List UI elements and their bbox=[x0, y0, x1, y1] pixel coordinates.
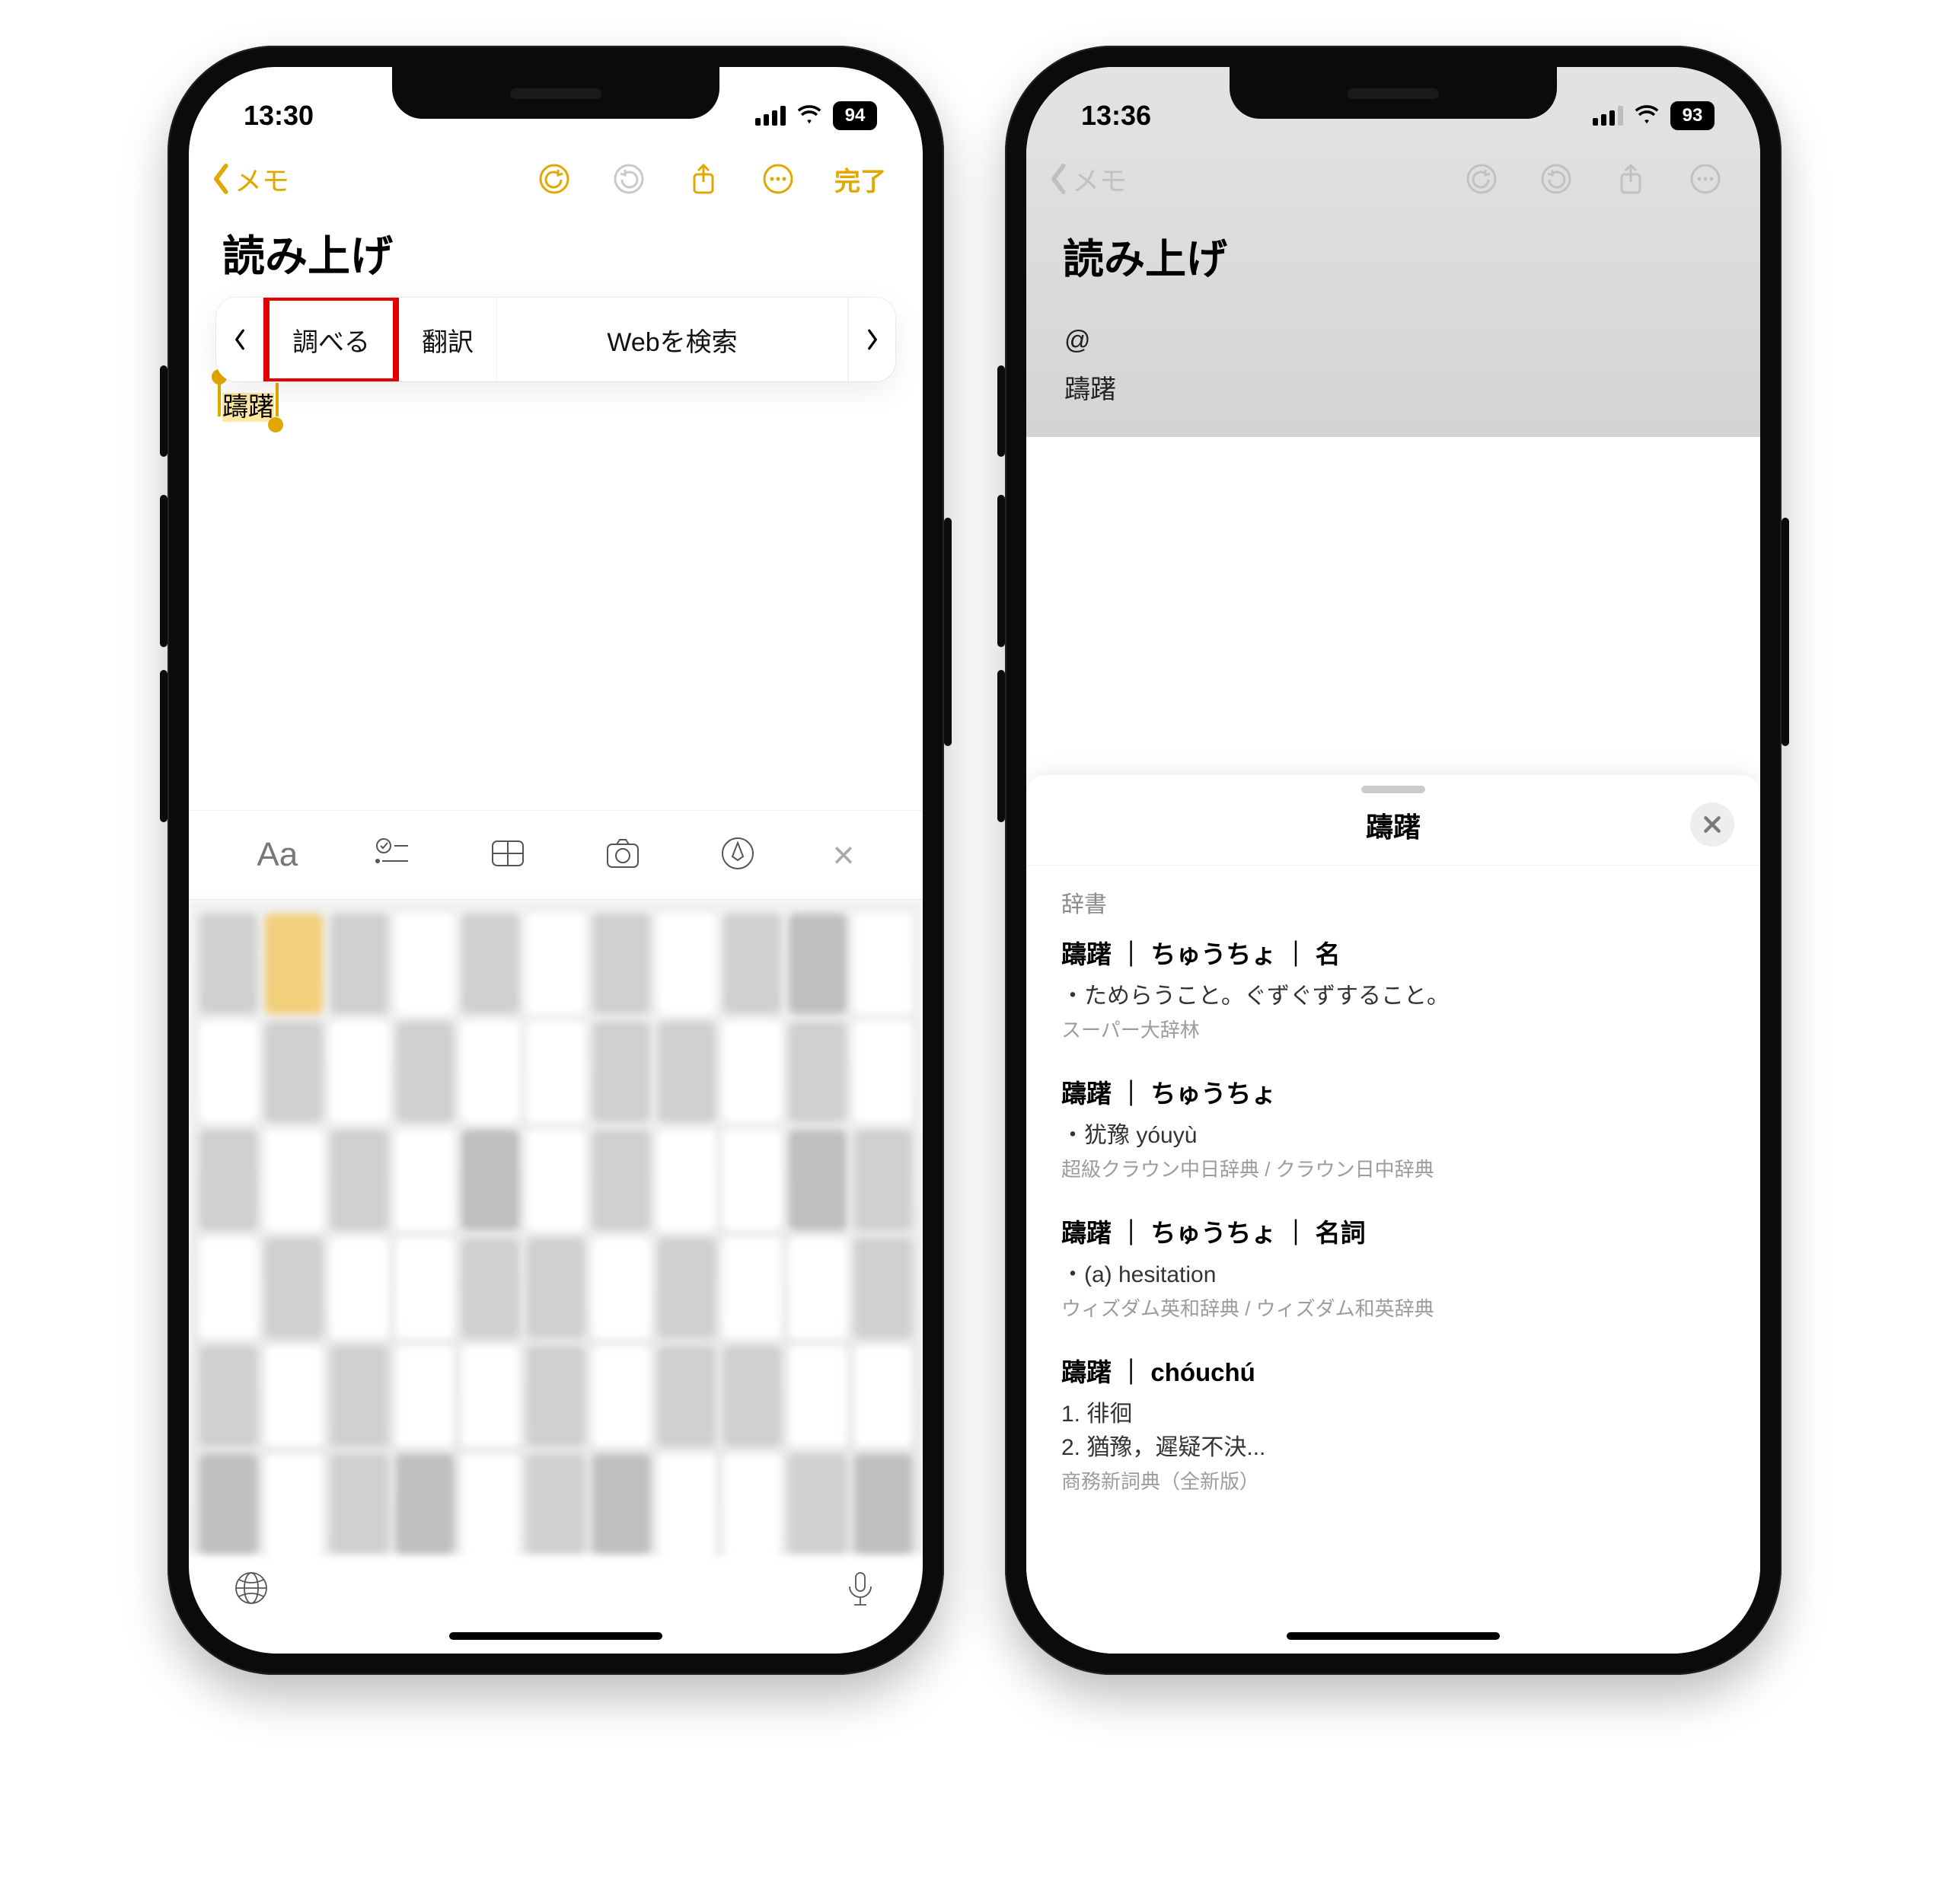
home-indicator bbox=[1287, 1632, 1500, 1640]
screen: 13:36 93 メモ bbox=[1026, 67, 1760, 1654]
keyboard-blurred[interactable] bbox=[189, 900, 923, 1555]
nav-bar: メモ bbox=[1026, 151, 1760, 212]
dictionary-entry[interactable]: 躊躇 ｜ chóuchú 1. 徘徊 2. 猶豫，遲疑不決... 商務新詞典（全… bbox=[1061, 1352, 1725, 1494]
phone-right: 13:36 93 メモ bbox=[1005, 46, 1782, 1675]
battery-icon: 93 bbox=[1670, 101, 1715, 130]
side-button bbox=[997, 495, 1005, 647]
menu-prev-button[interactable] bbox=[216, 298, 263, 381]
redo-button bbox=[1538, 161, 1574, 197]
camera-button[interactable] bbox=[603, 834, 643, 877]
back-button: メモ bbox=[1049, 159, 1127, 199]
entry-head: 躊躇 ｜ ちゅうちょ bbox=[1061, 1073, 1725, 1110]
notch bbox=[392, 67, 719, 119]
entry-source: スーパー大辞林 bbox=[1061, 1015, 1725, 1043]
side-button bbox=[160, 670, 167, 822]
selection-caret bbox=[218, 383, 221, 416]
sheet-body[interactable]: 辞書 躊躇 ｜ ちゅうちょ ｜ 名 ・ためらうこと。ぐずぐずすること。 スーパー… bbox=[1026, 866, 1760, 1494]
checklist-button[interactable] bbox=[373, 834, 413, 877]
status-right: 94 bbox=[755, 100, 877, 132]
home-indicator bbox=[449, 1632, 662, 1640]
mic-button[interactable] bbox=[841, 1568, 880, 1612]
menu-lookup[interactable]: 調べる bbox=[263, 298, 399, 381]
side-button bbox=[1782, 518, 1789, 746]
entry-head: 躊躇 ｜ ちゅうちょ ｜ 名 bbox=[1061, 934, 1725, 971]
menu-translate[interactable]: 翻訳 bbox=[399, 298, 497, 381]
wifi-icon bbox=[796, 100, 822, 132]
selection-handle-end[interactable] bbox=[268, 417, 283, 432]
undo-button bbox=[1463, 161, 1500, 197]
entry-head: 躊躇 ｜ chóuchú bbox=[1061, 1352, 1725, 1389]
cellular-icon bbox=[755, 106, 786, 126]
back-label: メモ bbox=[1072, 159, 1127, 199]
nav-icons: 完了 bbox=[536, 161, 886, 198]
selection-caret bbox=[276, 383, 279, 416]
back-label: メモ bbox=[234, 159, 289, 199]
notch bbox=[1230, 67, 1557, 119]
table-button[interactable] bbox=[488, 834, 528, 877]
close-button[interactable] bbox=[1690, 802, 1734, 847]
entry-body: ・ためらうこと。ぐずぐずすること。 bbox=[1061, 977, 1725, 1010]
entry-body: 1. 徘徊 2. 猶豫，遲疑不決... bbox=[1061, 1395, 1725, 1462]
nav-icons bbox=[1463, 161, 1724, 197]
note-body: @ 躊躇 bbox=[1026, 316, 1760, 414]
status-time: 13:30 bbox=[244, 100, 314, 132]
dictionary-entry[interactable]: 躊躇 ｜ ちゅうちょ ｜ 名詞 ・(a) hesitation ウィズダム英和辞… bbox=[1061, 1213, 1725, 1322]
wifi-icon bbox=[1634, 100, 1660, 132]
text-style-button[interactable]: Aa bbox=[257, 836, 298, 874]
side-button bbox=[997, 670, 1005, 822]
text-selection-menu: 調べる 翻訳 Webを検索 bbox=[216, 298, 895, 381]
screen: 13:30 94 メモ bbox=[189, 67, 923, 1654]
cellular-icon bbox=[1593, 106, 1623, 126]
done-button[interactable]: 完了 bbox=[834, 161, 886, 198]
dictionary-sheet[interactable]: 躊躇 辞書 躊躇 ｜ ちゅうちょ ｜ 名 ・ためらうこと。ぐずぐずすること。 ス… bbox=[1026, 775, 1760, 1654]
status-right: 93 bbox=[1593, 100, 1715, 132]
share-button[interactable] bbox=[685, 161, 722, 197]
entry-source: 商務新詞典（全新版） bbox=[1061, 1466, 1725, 1494]
note-title[interactable]: 読み上げ bbox=[189, 212, 923, 298]
dismiss-keyboard-button[interactable]: × bbox=[832, 833, 854, 877]
side-button bbox=[160, 365, 167, 457]
sheet-header: 躊躇 bbox=[1026, 801, 1760, 866]
back-button[interactable]: メモ bbox=[212, 159, 289, 199]
globe-button[interactable] bbox=[231, 1568, 271, 1612]
section-label: 辞書 bbox=[1061, 885, 1725, 919]
menu-next-button[interactable] bbox=[848, 298, 895, 381]
entry-source: 超級クラウン中日辞典 / クラウン日中辞典 bbox=[1061, 1154, 1725, 1182]
note-line: 躊躇 bbox=[1064, 365, 1722, 415]
format-toolbar: Aa × bbox=[189, 810, 923, 900]
redo-button bbox=[611, 161, 647, 197]
sheet-title: 躊躇 bbox=[1366, 812, 1421, 843]
selected-text[interactable]: 躊躇 bbox=[219, 384, 277, 425]
side-button bbox=[160, 495, 167, 647]
undo-button[interactable] bbox=[536, 161, 573, 197]
side-button bbox=[997, 365, 1005, 457]
note-title: 読み上げ bbox=[1026, 212, 1760, 316]
markup-button[interactable] bbox=[718, 834, 758, 877]
menu-web-search[interactable]: Webを検索 bbox=[497, 298, 848, 381]
status-time: 13:36 bbox=[1081, 100, 1151, 132]
dictionary-entry[interactable]: 躊躇 ｜ ちゅうちょ ｜ 名 ・ためらうこと。ぐずぐずすること。 スーパー大辞林 bbox=[1061, 934, 1725, 1043]
share-button bbox=[1612, 161, 1649, 197]
note-line: @ bbox=[1064, 316, 1722, 365]
more-button[interactable] bbox=[760, 161, 796, 197]
entry-source: ウィズダム英和辞典 / ウィズダム和英辞典 bbox=[1061, 1293, 1725, 1322]
entry-body: ・(a) hesitation bbox=[1061, 1255, 1725, 1289]
selected-word: 躊躇 bbox=[222, 393, 274, 422]
entry-head: 躊躇 ｜ ちゅうちょ ｜ 名詞 bbox=[1061, 1213, 1725, 1249]
battery-icon: 94 bbox=[833, 101, 877, 130]
phone-left: 13:30 94 メモ bbox=[167, 46, 944, 1675]
dictionary-entry[interactable]: 躊躇 ｜ ちゅうちょ ・犹豫 yóuyù 超級クラウン中日辞典 / クラウン日中… bbox=[1061, 1073, 1725, 1182]
side-button bbox=[944, 518, 952, 746]
nav-bar: メモ 完了 bbox=[189, 151, 923, 212]
keyboard-bottom-row bbox=[189, 1553, 923, 1626]
more-button bbox=[1687, 161, 1724, 197]
entry-body: ・犹豫 yóuyù bbox=[1061, 1116, 1725, 1150]
sheet-grabber[interactable] bbox=[1361, 786, 1425, 793]
